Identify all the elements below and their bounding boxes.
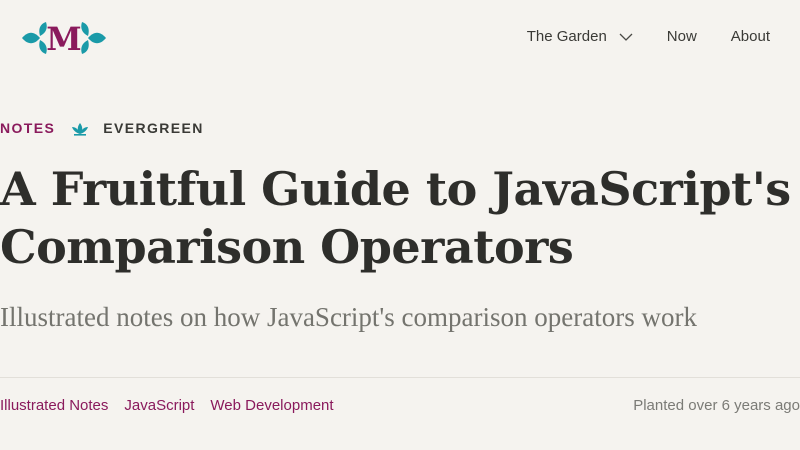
- site-logo[interactable]: M: [20, 20, 108, 56]
- planted-date: Planted over 6 years ago: [633, 397, 800, 414]
- post-category[interactable]: NOTES: [0, 120, 55, 136]
- tag-list: Illustrated Notes JavaScript Web Develop…: [0, 397, 334, 414]
- tag-javascript[interactable]: JavaScript: [124, 397, 194, 414]
- growth-stage: EVERGREEN: [103, 120, 204, 136]
- chevron-down-icon: [619, 28, 633, 45]
- tag-web-development[interactable]: Web Development: [210, 397, 333, 414]
- nav-item-label: The Garden: [526, 28, 607, 45]
- nav-item-label: Now: [666, 28, 697, 45]
- tag-illustrated-notes[interactable]: Illustrated Notes: [0, 397, 108, 414]
- page-title: A Fruitful Guide to JavaScript's Compari…: [0, 162, 791, 274]
- nav-item-the-garden[interactable]: The Garden: [527, 28, 633, 45]
- nav-item-label: About: [730, 28, 770, 45]
- page-subtitle: Illustrated notes on how JavaScript's co…: [0, 302, 697, 332]
- nav-item-now[interactable]: Now: [667, 28, 697, 45]
- main-nav: The Garden Now About: [527, 28, 770, 45]
- post-meta: NOTES EVERGREEN: [0, 120, 204, 136]
- divider: [0, 377, 800, 378]
- sprout-icon: [71, 120, 89, 136]
- nav-item-about[interactable]: About: [731, 28, 770, 45]
- logo-letter: M: [46, 20, 81, 56]
